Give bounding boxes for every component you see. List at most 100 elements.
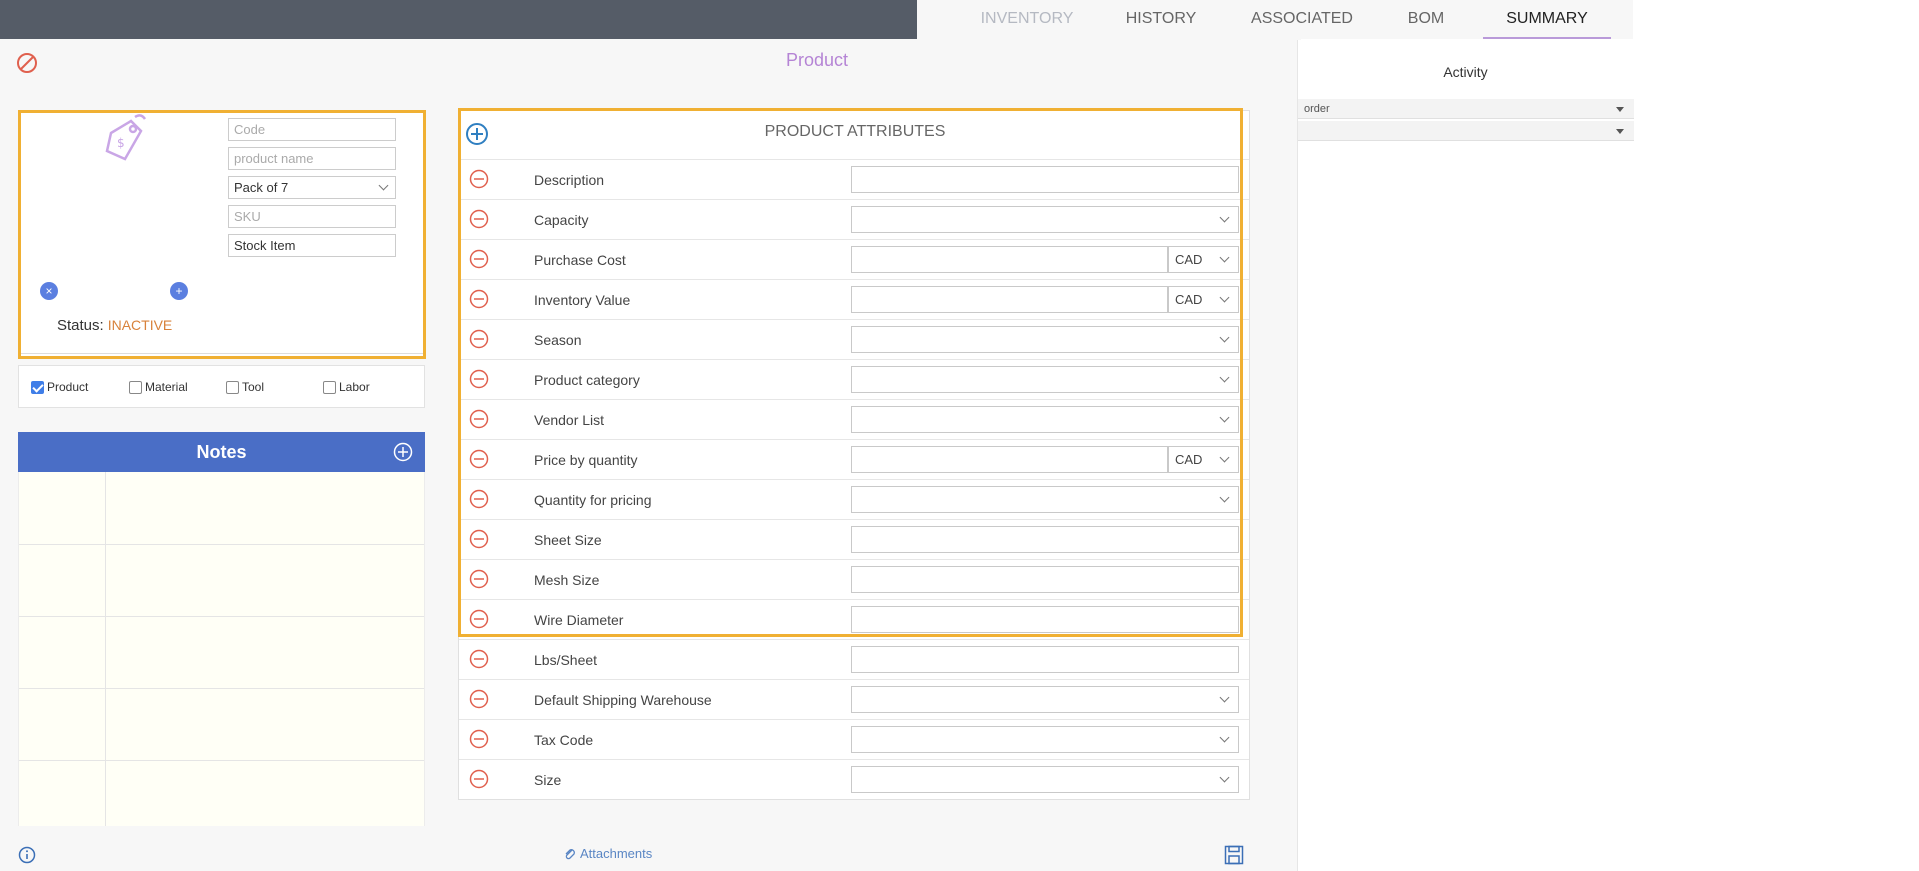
attribute-select[interactable] (851, 486, 1239, 513)
attribute-select[interactable] (851, 686, 1239, 713)
attribute-select[interactable] (851, 406, 1239, 433)
attachments-link[interactable]: Attachments (563, 846, 652, 861)
type-tool-checkbox[interactable]: Tool (226, 380, 264, 394)
remove-attribute-icon[interactable] (469, 169, 489, 189)
notes-column-divider (105, 472, 106, 826)
currency-select[interactable]: CAD (1168, 246, 1239, 273)
attribute-label: Product category (534, 372, 640, 388)
price-tag-icon: $ (105, 114, 147, 161)
attribute-label: Mesh Size (534, 572, 600, 588)
remove-attribute-icon[interactable] (469, 209, 489, 229)
checkbox-checked-icon (31, 380, 44, 394)
chevron-down-icon (1221, 336, 1230, 345)
remove-attribute-icon[interactable] (469, 249, 489, 269)
attribute-row: Default Shipping Warehouse (459, 679, 1249, 719)
tab-inventory[interactable]: INVENTORY (967, 0, 1087, 39)
attribute-select[interactable] (851, 766, 1239, 793)
save-icon[interactable] (1224, 845, 1244, 865)
attribute-row: Mesh Size (459, 559, 1249, 599)
remove-attribute-icon[interactable] (469, 329, 489, 349)
attribute-input[interactable] (851, 566, 1239, 593)
paperclip-icon (565, 848, 575, 859)
cancel-icon[interactable] (15, 51, 39, 75)
checkbox-icon (129, 380, 142, 394)
attribute-select[interactable] (851, 326, 1239, 353)
attribute-input[interactable] (851, 166, 1239, 193)
sku-input[interactable]: SKU (228, 205, 396, 228)
attribute-input[interactable] (851, 606, 1239, 633)
remove-attribute-icon[interactable] (469, 609, 489, 629)
attribute-row: Size (459, 759, 1249, 799)
attribute-label: Quantity for pricing (534, 492, 652, 508)
remove-attribute-icon[interactable] (469, 769, 489, 789)
attribute-row: Sheet Size (459, 519, 1249, 559)
attribute-label: Default Shipping Warehouse (534, 692, 712, 708)
tab-history[interactable]: HISTORY (1113, 0, 1209, 39)
stock-item-field[interactable]: Stock Item (228, 234, 396, 257)
tab-bom[interactable]: BOM (1396, 0, 1456, 39)
attribute-input[interactable] (851, 286, 1168, 313)
chevron-down-icon (1221, 296, 1230, 305)
attribute-input[interactable] (851, 246, 1168, 273)
attribute-select[interactable] (851, 366, 1239, 393)
remove-attribute-icon[interactable] (469, 529, 489, 549)
attribute-select[interactable] (851, 726, 1239, 753)
attribute-input[interactable] (851, 526, 1239, 553)
attribute-row: Tax Code (459, 719, 1249, 759)
add-attribute-icon[interactable] (465, 122, 489, 146)
attribute-label: Wire Diameter (534, 612, 624, 628)
currency-value: CAD (1175, 452, 1203, 467)
tab-associated[interactable]: ASSOCIATED (1235, 0, 1369, 39)
page-title: Product (785, 50, 849, 70)
attributes-title: PRODUCT ATTRIBUTES (764, 123, 946, 140)
remove-attribute-icon[interactable] (469, 569, 489, 589)
info-icon[interactable] (18, 846, 36, 864)
code-input[interactable]: Code (228, 118, 396, 141)
type-material-label: Material (145, 380, 188, 394)
product-name-input[interactable]: product name (228, 147, 396, 170)
remove-attribute-icon[interactable] (469, 489, 489, 509)
pack-select[interactable]: Pack of 7 (228, 176, 396, 199)
product-card: $ Code product name Pack of 7 SKU Stock … (18, 110, 426, 359)
order-select[interactable]: order (1298, 99, 1634, 119)
add-image-icon[interactable]: + (170, 282, 188, 300)
remove-attribute-icon[interactable] (469, 409, 489, 429)
attribute-row: Season (459, 319, 1249, 359)
attribute-row: Purchase Cost CAD (459, 239, 1249, 279)
remove-attribute-icon[interactable] (469, 689, 489, 709)
chevron-down-icon (1221, 256, 1230, 265)
remove-attribute-icon[interactable] (469, 649, 489, 669)
remove-attribute-icon[interactable] (469, 369, 489, 389)
chevron-down-icon (1221, 216, 1230, 225)
attribute-label: Tax Code (534, 732, 594, 748)
checkbox-icon (323, 380, 336, 394)
currency-value: CAD (1175, 292, 1203, 307)
attribute-label: Inventory Value (534, 292, 631, 308)
table-row (19, 688, 424, 689)
attribute-input[interactable] (851, 646, 1239, 673)
remove-attribute-icon[interactable] (469, 449, 489, 469)
attribute-input[interactable] (851, 446, 1168, 473)
divider (21, 353, 423, 354)
currency-select[interactable]: CAD (1168, 446, 1239, 473)
attribute-row: Lbs/Sheet (459, 639, 1249, 679)
attribute-row: Quantity for pricing (459, 479, 1249, 519)
remove-attribute-icon[interactable] (469, 729, 489, 749)
type-product-checkbox[interactable]: Product (31, 380, 88, 394)
attribute-row: Product category (459, 359, 1249, 399)
add-note-icon[interactable] (393, 442, 413, 462)
chevron-down-icon (1221, 496, 1230, 505)
currency-select[interactable]: CAD (1168, 286, 1239, 313)
attribute-row: Wire Diameter (459, 599, 1249, 639)
attachments-label: Attachments (580, 846, 653, 861)
type-labor-checkbox[interactable]: Labor (323, 380, 370, 394)
activity-title: Activity (1443, 64, 1488, 80)
tab-summary[interactable]: SUMMARY (1483, 0, 1611, 39)
type-material-checkbox[interactable]: Material (129, 380, 188, 394)
attribute-select[interactable] (851, 206, 1239, 233)
attribute-label: Season (534, 332, 582, 348)
activity-filter-select[interactable] (1298, 121, 1634, 141)
remove-attribute-icon[interactable] (469, 289, 489, 309)
remove-image-icon[interactable]: × (40, 282, 58, 300)
attribute-label: Capacity (534, 212, 589, 228)
